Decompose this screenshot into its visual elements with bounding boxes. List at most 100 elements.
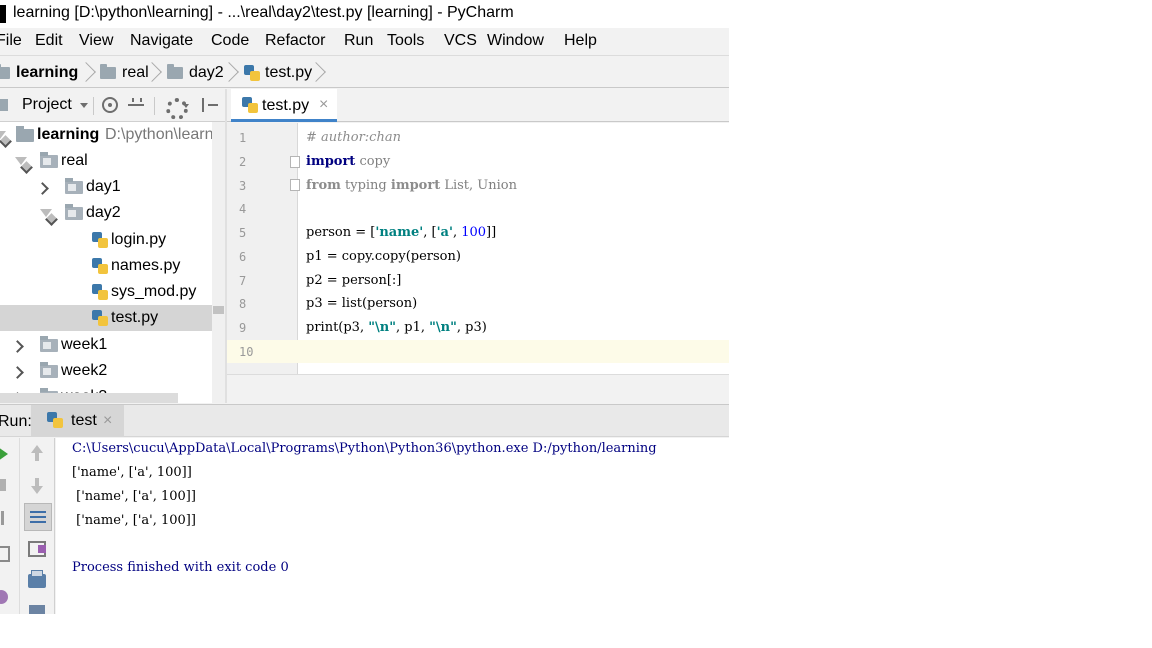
folder-icon [40,152,58,168]
locate-target-icon[interactable] [102,97,118,113]
code-line-3: from typing import List, Union [306,178,517,193]
breadcrumb-label: learning [16,64,79,81]
folder-icon [65,204,83,220]
code-text: p3 = list(person) [306,296,418,311]
code-keyword: import [306,154,356,169]
console-line: Process finished with exit code 0 [72,560,289,575]
scrollbar-thumb[interactable] [213,306,224,314]
chevron-down-icon[interactable] [0,131,6,139]
run-panel-header: Run: test × [0,404,729,437]
tree-item-real[interactable]: real [0,148,212,174]
tree-item-login-py[interactable]: login.py [0,227,212,253]
code-text: typing [340,178,391,193]
console-line: ['name', ['a', 100]] [72,489,196,504]
print-icon[interactable] [28,570,46,588]
pause-icon[interactable] [0,511,4,525]
tab-test-py[interactable]: test.py × [231,89,337,122]
tree-item-label: test.py [111,309,159,326]
code-line-6: p1 = copy.copy(person) [306,249,461,264]
editor-tab-bar: test.py × [227,89,729,122]
rerun-play-icon[interactable] [0,447,8,461]
breadcrumb-test-py[interactable]: test.py [244,62,312,84]
tree-item-week2[interactable]: week2 [0,358,212,384]
chevron-down-icon[interactable] [183,104,189,108]
chevron-right-icon[interactable] [38,183,48,193]
code-text: person = [ [306,225,376,240]
run-tab-test[interactable]: test × [31,405,124,437]
fold-marker-icon[interactable] [290,156,300,168]
menu-run[interactable]: Run [344,32,373,50]
line-number: 9 [239,321,247,335]
menu-tools[interactable]: Tools [387,32,424,50]
folder-icon [16,126,34,142]
code-line-8: p3 = list(person) [306,296,417,311]
code-string: 'name' [375,225,424,240]
menu-help[interactable]: Help [564,32,597,50]
menu-code[interactable]: Code [211,32,249,50]
breadcrumb-learning[interactable]: learning [0,62,78,84]
stop-icon[interactable] [0,479,6,491]
breadcrumb-day2[interactable]: day2 [167,62,224,84]
scroll-to-end-icon[interactable] [28,541,46,557]
menu-vcs[interactable]: VCS [444,32,477,50]
menu-edit[interactable]: Edit [35,32,63,50]
tree-item-sys-mod-py[interactable]: sys_mod.py [0,279,212,305]
current-line-gutter-highlight [227,340,298,363]
arrow-up-icon[interactable] [31,445,43,461]
menu-window[interactable]: Window [487,32,544,50]
run-left-toolbar [0,438,20,614]
code-text: p2 = person[:] [306,273,402,288]
vertical-scrollbar[interactable] [212,122,225,403]
toolbar-divider [93,97,94,115]
run-tab-label: test [71,412,97,429]
tree-item-test-py[interactable]: test.py [0,305,212,331]
breadcrumb-separator [225,60,235,86]
python-file-icon [92,310,108,326]
code-line-2: import copy [306,154,390,169]
restore-layout-icon[interactable] [0,546,10,562]
breadcrumb-label: day2 [189,64,224,81]
close-icon[interactable]: × [319,96,328,114]
navigation-bar: learning real day2 test.py [0,55,729,88]
close-icon[interactable]: × [103,412,112,430]
breadcrumb-real[interactable]: real [100,62,149,84]
fold-marker-icon[interactable] [290,179,300,191]
chevron-down-icon[interactable] [80,103,88,108]
chevron-down-icon[interactable] [40,209,52,217]
tree-item-path: D:\python\learni [105,126,218,143]
menu-refactor[interactable]: Refactor [265,32,325,50]
line-number: 7 [239,274,247,288]
tree-item-week1[interactable]: week1 [0,332,212,358]
chevron-right-icon[interactable] [13,367,23,377]
menu-view[interactable]: View [79,32,113,50]
chevron-down-icon[interactable] [15,157,27,165]
soft-wrap-icon[interactable] [24,503,52,531]
arrow-down-icon[interactable] [31,478,43,494]
code-text: , [452,225,462,240]
tree-item-day2[interactable]: day2 [0,200,212,226]
project-panel-header: Project [0,89,225,122]
code-line-1: # author:chan [306,130,401,145]
menu-navigate[interactable]: Navigate [130,32,193,50]
horizontal-scrollbar[interactable] [0,393,178,403]
tree-item-day1[interactable]: day1 [0,174,212,200]
breadcrumb-separator [312,60,322,86]
collapse-all-icon[interactable] [128,97,144,113]
hide-panel-icon[interactable] [202,97,218,113]
tree-item-label: sys_mod.py [111,283,197,300]
gear-icon[interactable] [165,97,188,120]
trash-icon[interactable] [29,605,45,614]
menu-file[interactable]: File [0,32,22,50]
python-file-icon [244,65,260,81]
tree-item-label: learning [37,126,100,143]
code-text: p1 = copy.copy(person) [306,249,461,264]
project-panel-title[interactable]: Project [22,96,72,114]
console-line: ['name', ['a', 100]] [72,465,192,480]
tree-item-names-py[interactable]: names.py [0,253,212,279]
run-panel-label: Run: [0,413,32,430]
tree-item-label: week1 [61,336,108,353]
chevron-right-icon[interactable] [13,341,23,351]
tree-item-learning[interactable]: learning D:\python\learni [0,122,217,148]
tree-item-label: login.py [111,231,167,248]
pycharm-window: learning [D:\python\learning] - ...\real… [0,0,729,614]
